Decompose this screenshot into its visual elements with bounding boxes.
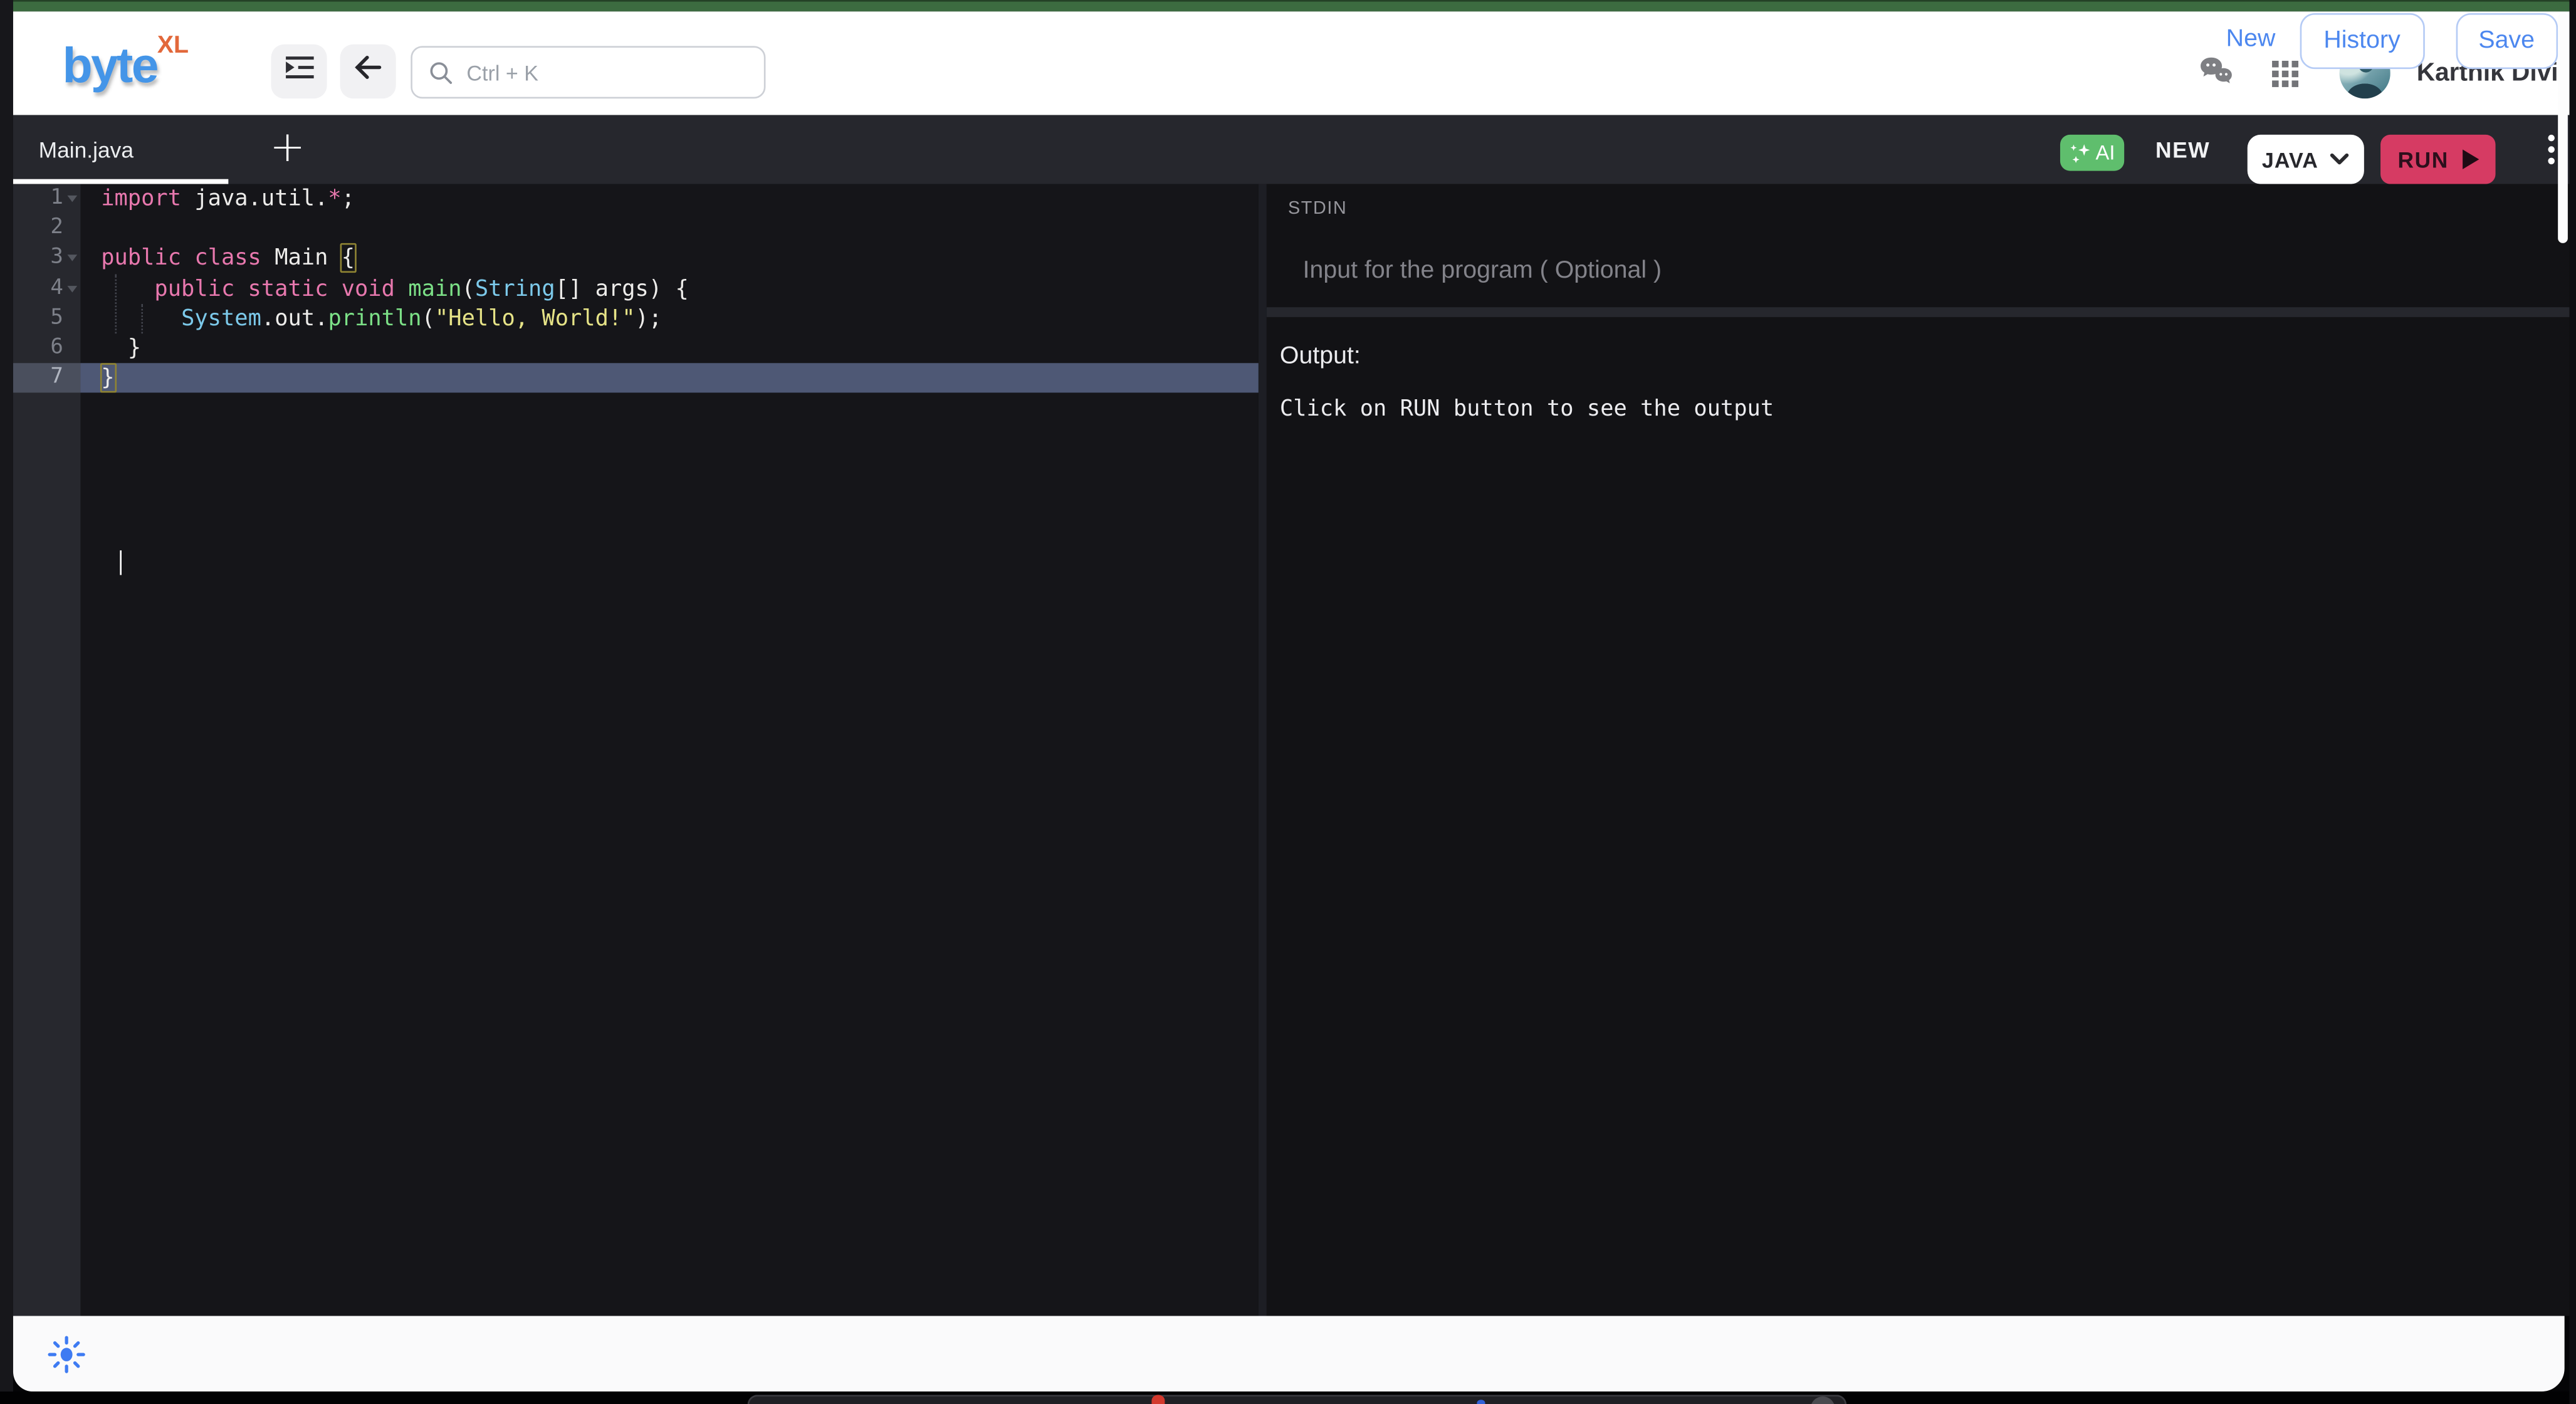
bytexl-logo: byteXL: [63, 33, 189, 92]
ai-label: AI: [2096, 141, 2115, 164]
left-edge-strip: [0, 0, 13, 1404]
arrow-left-icon: [353, 54, 383, 88]
code-text: public class Main {: [80, 244, 1259, 274]
bytexl-ide: byteXL: [0, 0, 2576, 1404]
run-label: RUN: [2398, 147, 2449, 172]
theme-toggle-sun-icon[interactable]: [48, 1336, 85, 1373]
back-button[interactable]: [340, 45, 396, 98]
dock-icon-red: [1151, 1395, 1165, 1404]
scrollbar-thumb[interactable]: [2557, 13, 2568, 243]
editor-tab-bar: Main.java + AI NEW JAVA R: [13, 115, 2568, 184]
line-number: 6: [50, 333, 63, 364]
code-line-4[interactable]: 4 public static void main(String[] args)…: [13, 274, 1259, 304]
dock-icon-gray: [1811, 1396, 1835, 1404]
apps-grid-icon[interactable]: [2272, 61, 2298, 87]
macos-dock-sliver[interactable]: [748, 1395, 1846, 1404]
app-header: byteXL: [13, 11, 2568, 115]
code-editor[interactable]: 1 import java.util.*; 23 public class Main …: [13, 184, 1259, 1316]
fold-toggle[interactable]: [63, 184, 80, 214]
format-indent-increase-icon: [283, 55, 315, 88]
code-text: public static void main(String[] args) {: [80, 274, 1259, 304]
code-line-7[interactable]: 7}: [13, 364, 1259, 394]
output-message: Click on RUN button to see the output: [1280, 395, 1774, 421]
io-section-divider: [1267, 306, 2568, 317]
new-badge[interactable]: NEW: [2155, 115, 2210, 184]
triangle-down-icon: [66, 285, 76, 291]
logo-xl: XL: [157, 31, 189, 60]
fold-slot: [63, 303, 80, 333]
indent-button[interactable]: [271, 45, 327, 98]
line-number: 1: [50, 184, 63, 214]
triangle-down-icon: [66, 256, 76, 262]
play-icon: [2462, 150, 2478, 169]
search-placeholder: Ctrl + K: [466, 60, 538, 85]
text-cursor: [119, 550, 122, 575]
fold-toggle[interactable]: [63, 274, 80, 304]
code-text: [80, 214, 1259, 244]
code-line-6[interactable]: 6 }: [13, 333, 1259, 364]
gutter-cell: 6: [13, 333, 80, 364]
fold-slot: [63, 364, 80, 394]
code-line-3[interactable]: 3 public class Main {: [13, 244, 1259, 274]
tab-main-java[interactable]: Main.java: [13, 115, 228, 184]
line-number: 4: [50, 274, 63, 304]
line-number: 3: [50, 244, 63, 274]
fold-slot: [63, 214, 80, 244]
search-icon: [429, 60, 453, 85]
fold-toggle[interactable]: [63, 244, 80, 274]
gutter-cell: 2: [13, 214, 80, 244]
code-text: import java.util.*;: [80, 184, 1259, 214]
add-tab-button[interactable]: +: [264, 115, 310, 184]
io-panel: STDIN Input for the program ( Optional )…: [1267, 184, 2568, 1316]
gutter-cell: 3: [13, 244, 80, 274]
tab-label: Main.java: [39, 137, 134, 162]
footer-save-button[interactable]: Save: [2456, 13, 2557, 68]
code-text: }: [80, 364, 1259, 394]
dock-icon-blue: [1477, 1400, 1485, 1404]
footer-bar: [13, 1316, 2565, 1392]
code-line-2[interactable]: 2: [13, 214, 1259, 244]
chevron-down-icon: [2330, 153, 2349, 166]
global-search-input[interactable]: Ctrl + K: [411, 46, 765, 98]
stdin-placeholder: Input for the program ( Optional ): [1303, 256, 1662, 285]
output-label: Output:: [1280, 342, 1361, 370]
line-number: 7: [50, 364, 63, 394]
run-button[interactable]: RUN: [2380, 135, 2495, 184]
language-label: JAVA: [2262, 147, 2318, 172]
code-lines: 1 import java.util.*; 23 public class Main …: [13, 184, 1259, 394]
footer-new-button[interactable]: New: [2226, 0, 2276, 76]
code-text: }: [80, 333, 1259, 364]
panel-divider[interactable]: [1259, 184, 1267, 1316]
fold-slot: [63, 333, 80, 364]
ai-assistant-button[interactable]: AI: [2060, 135, 2124, 171]
gutter-cell: 4: [13, 274, 80, 304]
sparkles-icon: [2070, 142, 2091, 164]
gutter-cell: 5: [13, 303, 80, 333]
top-accent-bar: [13, 0, 2568, 11]
language-selector[interactable]: JAVA: [2248, 135, 2364, 184]
code-text: System.out.println("Hello, World!");: [80, 303, 1259, 333]
line-number: 2: [50, 214, 63, 244]
triangle-down-icon: [66, 196, 76, 202]
line-number: 5: [50, 303, 63, 333]
stdin-input[interactable]: Input for the program ( Optional ): [1288, 233, 2537, 299]
scrollbar-track: [2568, 0, 2576, 1404]
code-line-5[interactable]: 5 System.out.println("Hello, World!");: [13, 303, 1259, 333]
gutter-cell: 1: [13, 184, 80, 214]
logo-byte: byte: [63, 39, 157, 93]
footer-history-button[interactable]: History: [2300, 13, 2424, 68]
gutter-cell: 7: [13, 364, 80, 394]
code-line-1[interactable]: 1 import java.util.*;: [13, 184, 1259, 214]
stdin-label: STDIN: [1288, 199, 1347, 218]
active-tab-underline: [13, 179, 228, 184]
